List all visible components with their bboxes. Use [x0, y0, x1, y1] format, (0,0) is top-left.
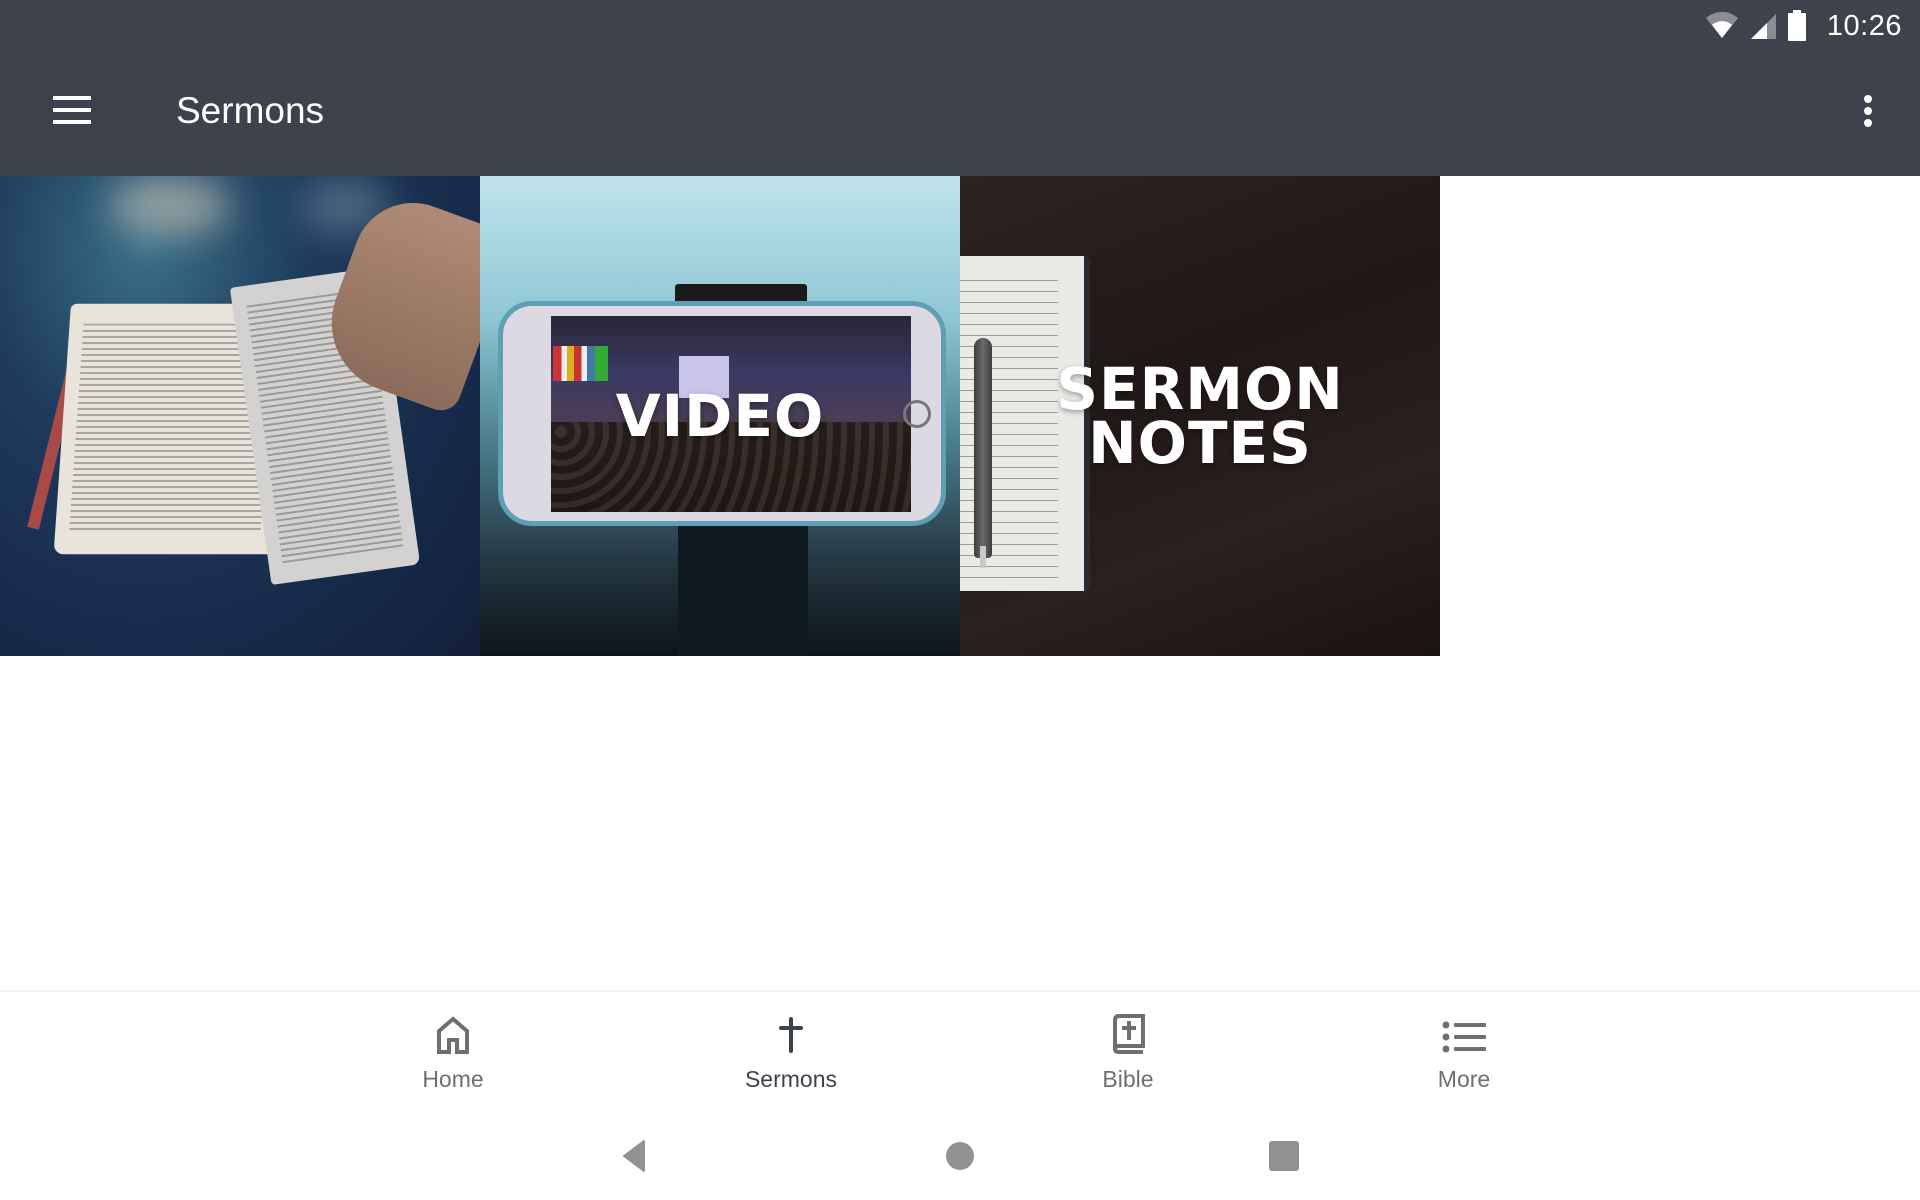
- nav-label: More: [1437, 1066, 1491, 1092]
- app-bar: 10:26 Sermons: [0, 0, 1920, 176]
- page-title: Sermons: [176, 90, 325, 131]
- battery-icon: [1787, 10, 1807, 42]
- status-time: 10:26: [1826, 9, 1902, 42]
- tile-video[interactable]: VIDEO: [480, 176, 960, 656]
- home-icon: [436, 1010, 470, 1054]
- nav-more[interactable]: More: [1364, 1010, 1564, 1100]
- nav-label: Bible: [1102, 1066, 1154, 1092]
- nav-bible[interactable]: Bible: [1028, 1010, 1228, 1100]
- cross-icon: [778, 1010, 804, 1054]
- bottom-navigation: Home Sermons Bible More: [0, 990, 1920, 1112]
- tile-sermon-notes[interactable]: SERMON NOTES: [960, 176, 1440, 656]
- nav-home[interactable]: Home: [353, 1010, 553, 1100]
- tripod-mount: [678, 521, 808, 656]
- system-home-button[interactable]: [930, 1136, 990, 1180]
- home-circle-icon: [945, 1141, 975, 1176]
- wifi-icon: [1705, 12, 1739, 40]
- nav-sermons[interactable]: Sermons: [691, 1010, 891, 1100]
- menu-button[interactable]: [44, 88, 100, 136]
- recents-square-icon: [1269, 1140, 1299, 1176]
- system-back-button[interactable]: [604, 1136, 664, 1180]
- tile-label: SERMON NOTES: [1056, 355, 1344, 477]
- tile-bible[interactable]: [0, 176, 480, 656]
- status-bar: 10:26: [1705, 6, 1902, 46]
- tile-label: VIDEO: [615, 382, 825, 450]
- more-vert-icon: [1863, 94, 1873, 133]
- hamburger-menu-icon: [53, 95, 91, 129]
- nav-label: Sermons: [744, 1066, 838, 1092]
- overflow-menu-button[interactable]: [1848, 88, 1888, 138]
- back-icon: [622, 1139, 646, 1178]
- nav-label: Home: [422, 1066, 484, 1092]
- system-recents-button[interactable]: [1254, 1136, 1314, 1180]
- cell-signal-icon: [1749, 12, 1777, 40]
- list-icon: [1442, 1010, 1486, 1054]
- bokeh-light: [110, 176, 230, 236]
- app-screen: 10:26 Sermons VIDEO SERMON NOTES Home Se…: [0, 0, 1920, 1200]
- bible-icon: [1111, 1010, 1145, 1054]
- sermon-tiles: VIDEO SERMON NOTES: [0, 176, 1440, 656]
- system-navigation-bar: [0, 1112, 1920, 1200]
